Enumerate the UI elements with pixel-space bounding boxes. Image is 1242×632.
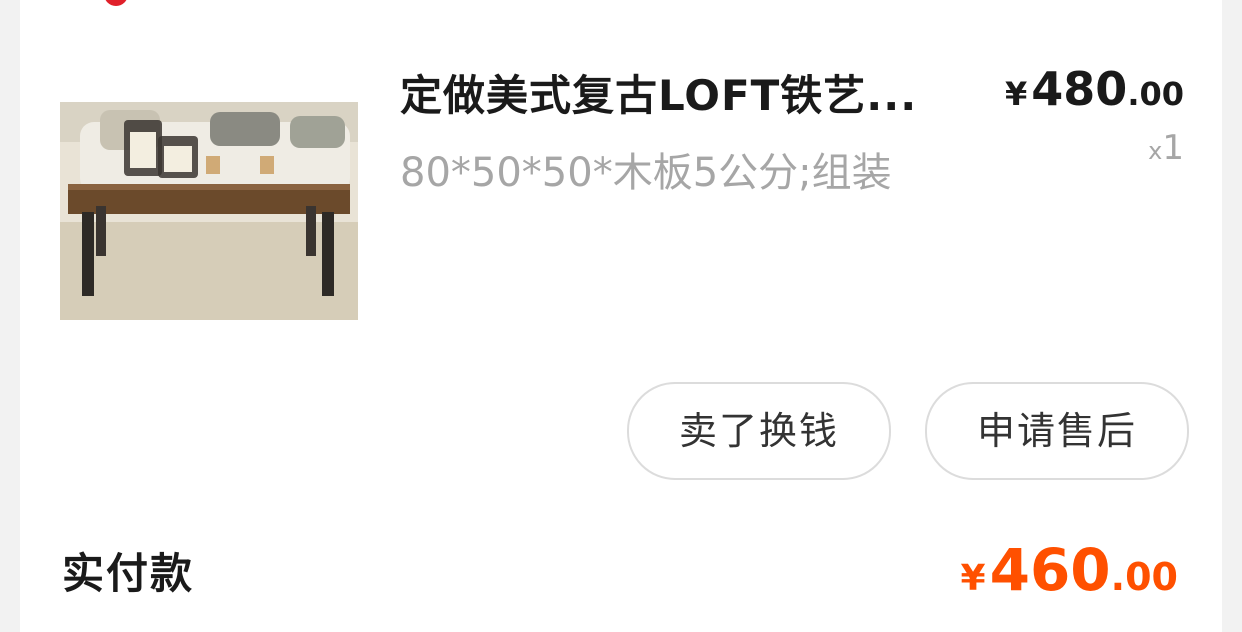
price-integer: 480 [1031,62,1128,116]
product-thumbnail[interactable] [60,102,358,320]
paid-currency-symbol: ¥ [960,558,986,599]
coffee-table-image [60,102,358,320]
order-card: 定做美式复古LOFT铁艺... 80*50*50*木板5公分;组装 ¥480.0… [20,0,1222,632]
after-sale-button[interactable]: 申请售后 [925,382,1189,480]
sell-button[interactable]: 卖了换钱 [627,382,891,480]
unit-price: ¥480.00 [1005,62,1184,116]
quantity-value: 1 [1162,128,1184,168]
paid-integer: 460 [989,536,1111,604]
product-title[interactable]: 定做美式复古LOFT铁艺... [400,62,960,123]
paid-label: 实付款 [62,549,195,598]
paid-decimal: .00 [1110,555,1178,599]
quantity-prefix: x [1148,137,1163,165]
shop-badge-icon [104,0,128,6]
item-quantity: x1 [1148,128,1184,168]
price-decimal: .00 [1127,75,1184,113]
paid-amount: ¥460.00 [961,536,1178,604]
price-currency-symbol: ¥ [1005,75,1028,113]
product-spec: 80*50*50*木板5公分;组装 [400,150,892,196]
